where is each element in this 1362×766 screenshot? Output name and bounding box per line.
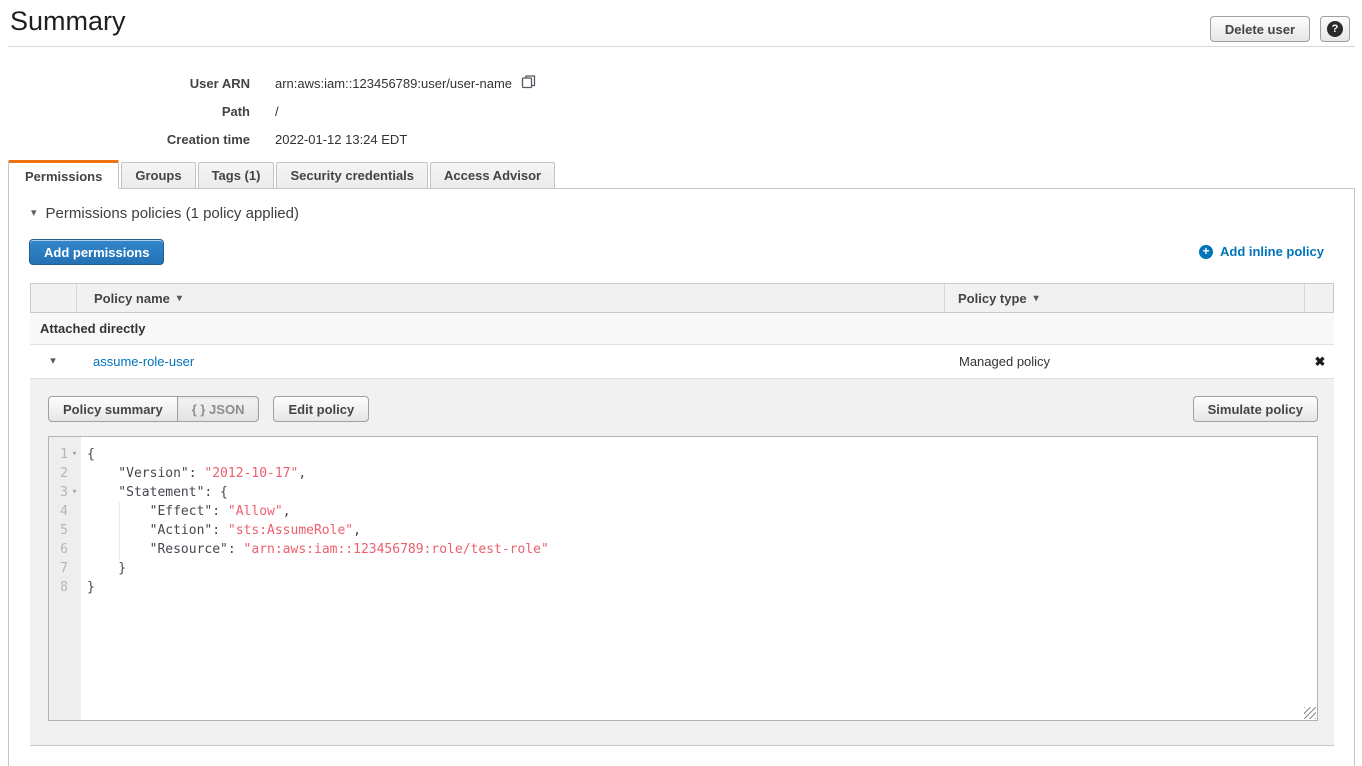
page-header: Summary Delete user ? [0,0,1362,46]
tab-bar: Permissions Groups Tags (1) Security cre… [8,160,555,188]
expander-column-header [31,284,77,312]
policy-table-row: ▾ assume-role-user Managed policy ✖ [30,345,1334,379]
editor-line: 6 "Resource": "arn:aws:iam::123456789:ro… [49,540,1317,559]
fold-caret-icon[interactable]: ▾ [68,445,81,464]
editor-line: 4 "Effect": "Allow", [49,502,1317,521]
header-divider [8,46,1355,47]
actions-column-header [1305,284,1333,312]
line-number: 5 [49,521,68,540]
permissions-policies-heading: Permissions policies (1 policy applied) [46,205,299,222]
line-number: 1 [49,445,68,464]
fold-caret-icon[interactable]: ▾ [68,483,81,502]
json-view-button[interactable]: { } JSON [177,396,260,422]
policy-name-link[interactable]: assume-role-user [93,354,194,369]
tab-tags[interactable]: Tags (1) [198,162,275,188]
editor-line: 8 } [49,578,1317,597]
path-value: / [275,104,279,119]
editor-line: 3 ▾ "Statement": { [49,483,1317,502]
tab-permissions[interactable]: Permissions [8,160,119,189]
policy-detail-expanded-area: Policy summary { } JSON Edit policy Simu… [30,379,1334,746]
sort-caret-icon: ▾ [1034,293,1039,304]
tab-security-credentials[interactable]: Security credentials [276,162,428,188]
add-inline-policy-label: Add inline policy [1220,244,1324,259]
policies-table-header: Policy name ▾ Policy type ▾ [30,283,1334,313]
field-row-user-arn: User ARN arn:aws:iam::123456789:user/use… [0,69,536,97]
column-header-policy-type[interactable]: Policy type ▾ [945,284,1305,312]
line-number: 7 [49,559,68,578]
help-button[interactable]: ? [1320,16,1350,42]
column-header-policy-name[interactable]: Policy name ▾ [77,284,945,312]
editor-line: 7 } [49,559,1317,578]
policies-table: Policy name ▾ Policy type ▾ Attached dir… [30,283,1334,746]
add-inline-policy-link[interactable]: + Add inline policy [1199,244,1324,259]
policy-view-toolbar: Policy summary { } JSON Edit policy [48,396,369,422]
group-row-attached-directly: Attached directly [30,313,1334,345]
tab-groups[interactable]: Groups [121,162,195,188]
editor-lines: 1 ▾ { 2 "Version": "2012-10-17", 3 ▾ [49,445,1317,597]
sort-caret-icon: ▾ [177,293,182,304]
editor-line: 2 "Version": "2012-10-17", [49,464,1317,483]
detach-policy-x-icon[interactable]: ✖ [1315,354,1326,370]
iam-user-summary-page: Summary Delete user ? User ARN arn:aws:i… [0,0,1362,766]
policy-view-toggle-group: Policy summary { } JSON [48,396,259,422]
summary-fields: User ARN arn:aws:iam::123456789:user/use… [0,69,536,153]
field-label: Creation time [0,132,250,147]
line-number: 4 [49,502,68,521]
row-caret-down-icon: ▾ [50,356,56,367]
add-permissions-button[interactable]: Add permissions [29,239,164,265]
field-label: User ARN [0,76,250,91]
help-icon: ? [1327,21,1343,37]
plus-circle-icon: + [1199,245,1213,259]
policy-summary-button[interactable]: Policy summary [48,396,178,422]
editor-line: 5 "Action": "sts:AssumeRole", [49,521,1317,540]
user-arn-value: arn:aws:iam::123456789:user/user-name [275,76,512,91]
copy-icon[interactable] [521,74,536,92]
simulate-policy-button[interactable]: Simulate policy [1193,396,1318,422]
page-title: Summary [10,6,126,37]
edit-policy-button[interactable]: Edit policy [273,396,369,422]
section-caret-down-icon: ▾ [31,208,37,219]
line-number: 6 [49,540,68,559]
editor-line: 1 ▾ { [49,445,1317,464]
delete-user-button[interactable]: Delete user [1210,16,1310,42]
line-number: 3 [49,483,68,502]
row-expander[interactable]: ▾ [30,356,76,367]
json-policy-editor[interactable]: 1 ▾ { 2 "Version": "2012-10-17", 3 ▾ [48,436,1318,721]
field-row-creation-time: Creation time 2022-01-12 13:24 EDT [0,125,536,153]
creation-time-value: 2022-01-12 13:24 EDT [275,132,407,147]
resize-handle-icon[interactable] [1304,707,1316,719]
header-actions: Delete user ? [1210,16,1350,42]
line-number: 2 [49,464,68,483]
field-label: Path [0,104,250,119]
policy-type-value: Managed policy [946,354,1306,369]
permissions-policies-section-toggle[interactable]: ▾ Permissions policies (1 policy applied… [31,205,299,222]
tab-access-advisor[interactable]: Access Advisor [430,162,555,188]
line-number: 8 [49,578,68,597]
field-row-path: Path / [0,97,536,125]
permissions-tab-panel: ▾ Permissions policies (1 policy applied… [8,188,1355,766]
